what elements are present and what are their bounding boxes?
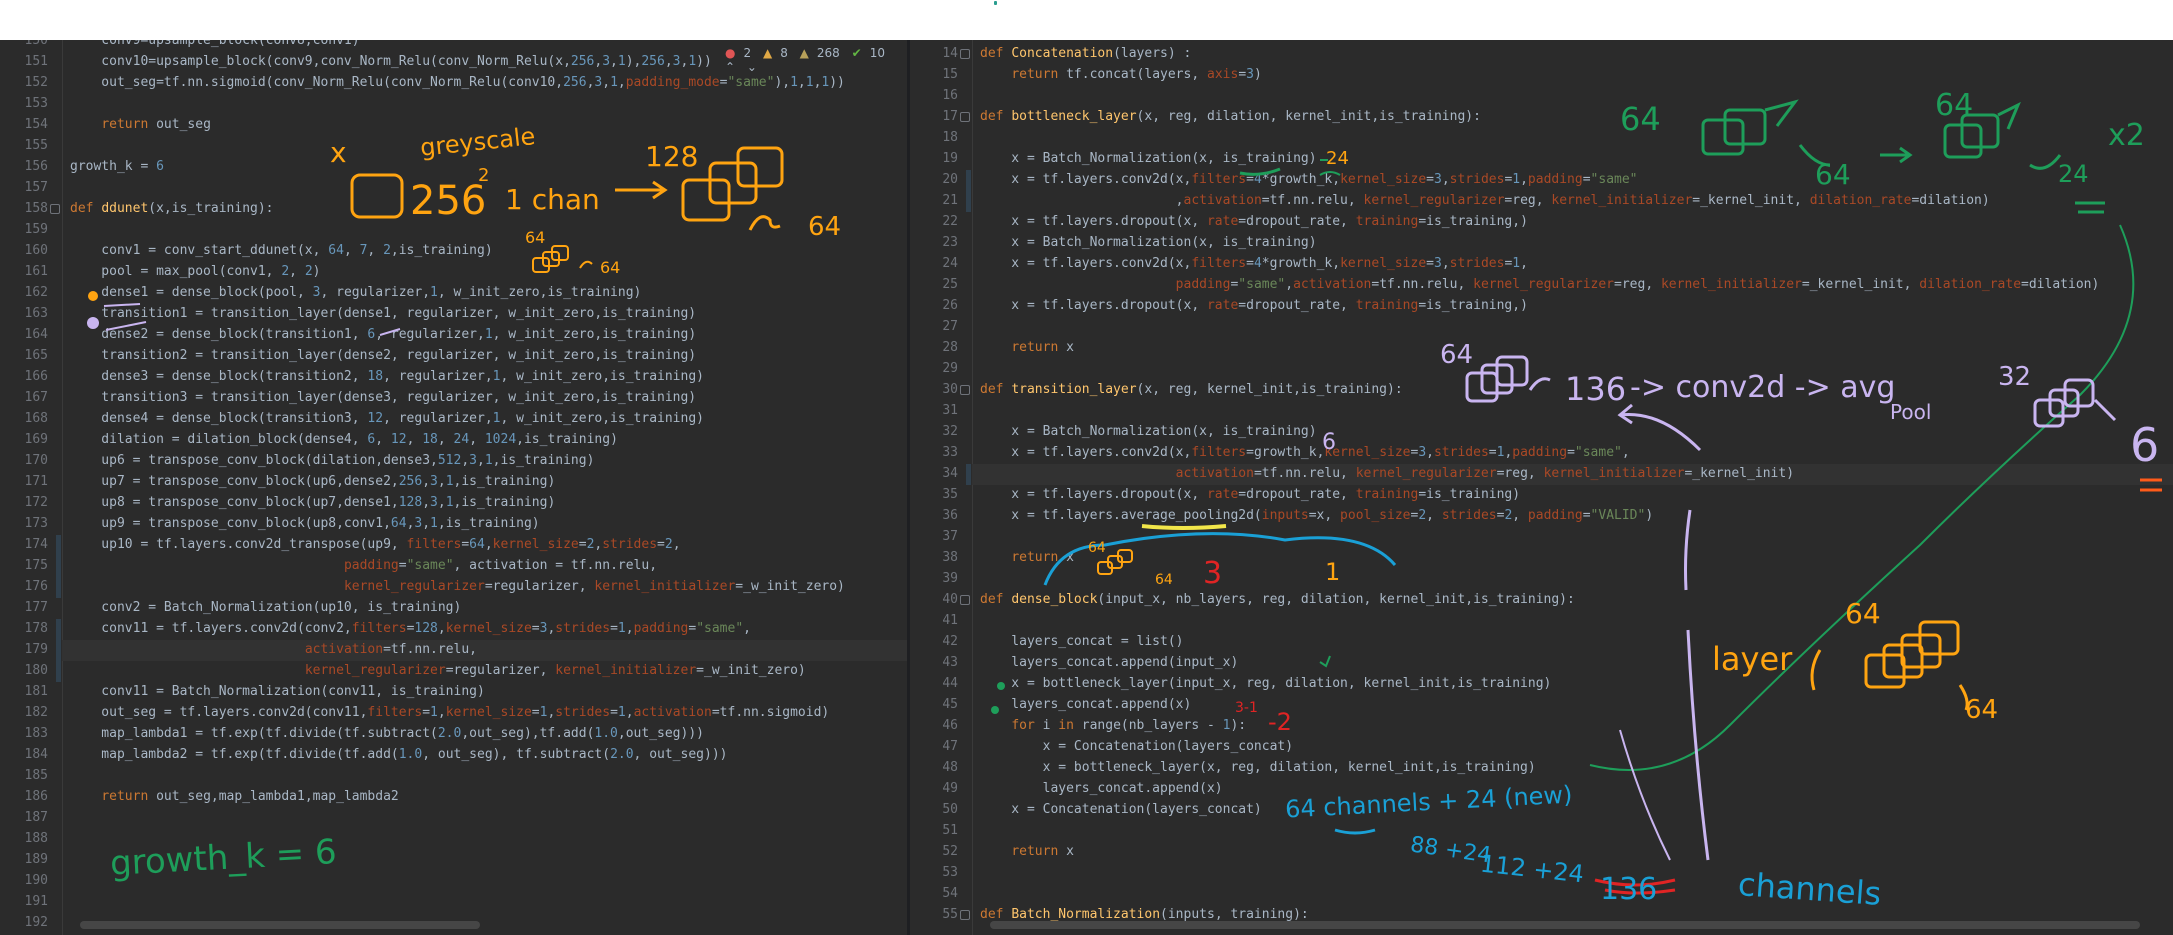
note-minus2: -2	[1268, 708, 1292, 736]
feature-map-sketch	[708, 161, 758, 205]
feature-map-sketch	[736, 146, 784, 188]
annotation-drawings	[87, 99, 2162, 895]
note-three-minus-one: 3-1	[1235, 700, 1258, 716]
note-136: 136	[1565, 370, 1627, 408]
note-128: 128	[645, 140, 699, 173]
note-right-64sq: 64	[1935, 88, 1974, 123]
note-top-64: 64	[1815, 158, 1851, 191]
note-small-64sq: 64	[525, 228, 546, 247]
feature-map-sketch	[350, 173, 404, 219]
note-trans-64sq: 64	[1440, 340, 1474, 370]
note-x: x	[330, 136, 347, 169]
note-conv2d: -> conv2d -> avg	[1630, 370, 1896, 405]
note-layer: layer	[1712, 640, 1793, 678]
note-64-left: 64	[808, 212, 842, 242]
note-top-64sq: 64	[1620, 100, 1661, 138]
note-layer-64sq: 64	[1845, 597, 1881, 630]
note-256: 256	[410, 178, 487, 224]
note-24: 24	[2058, 160, 2089, 188]
note-ret-64b: 64	[1155, 572, 1173, 588]
note-three: 3	[1203, 556, 1223, 591]
note-bn-24: 24	[1326, 148, 1349, 169]
note-one: 1	[1325, 558, 1341, 586]
note-layer-64: 64	[1965, 695, 1999, 725]
note-sq: 2	[478, 165, 490, 186]
note-six: 6	[2130, 418, 2160, 472]
feature-map-sketch	[681, 178, 731, 222]
note-ret-64: 64	[1088, 540, 1106, 556]
note-small-64: 64	[600, 258, 621, 277]
note-136-bottom: 136	[1600, 872, 1658, 907]
note-x2: x2	[2108, 118, 2145, 153]
note-pool: Pool	[1890, 400, 1932, 424]
note-one-chan: 1 chan	[505, 183, 600, 216]
note-32sq: 32	[1998, 362, 2032, 392]
note-six-small: 6	[1322, 430, 1336, 455]
